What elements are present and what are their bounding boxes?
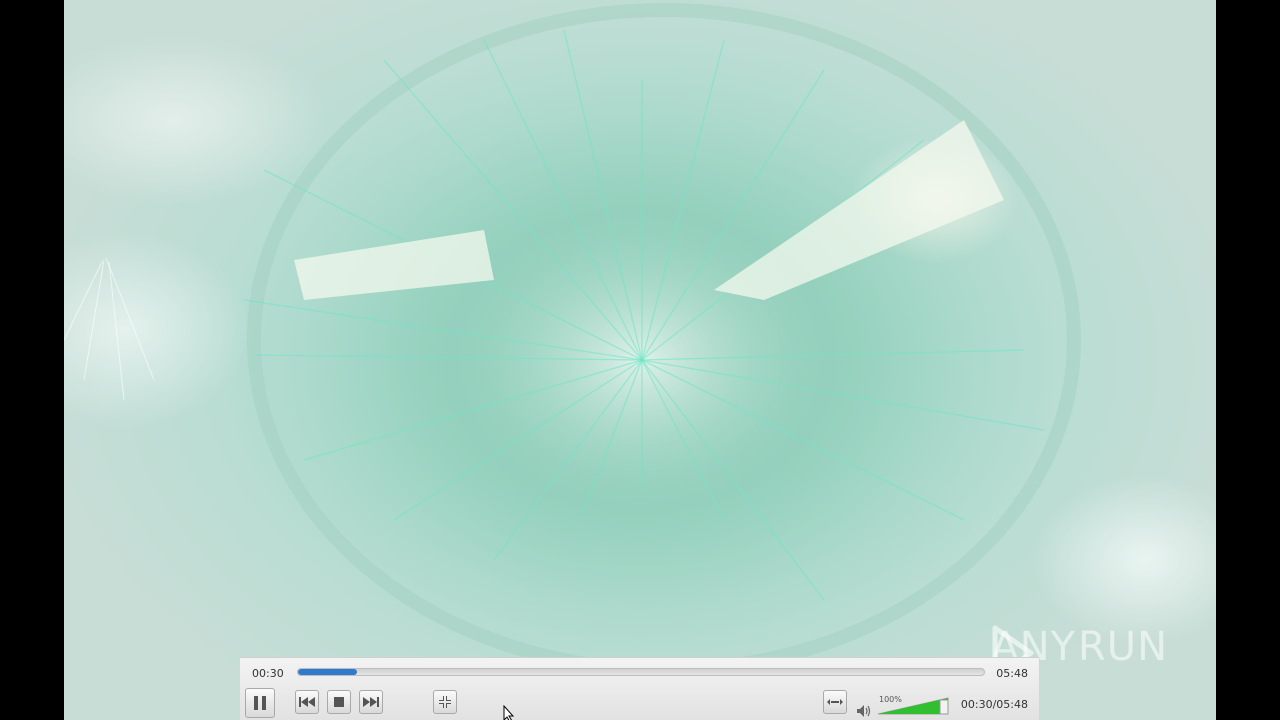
- exit-fullscreen-button[interactable]: [433, 690, 457, 714]
- video-output[interactable]: ANY RUN: [64, 0, 1216, 720]
- video-frame-art: [64, 3, 1081, 690]
- fullscreen-icon: [439, 696, 451, 708]
- pause-icon: [254, 696, 266, 710]
- pause-button[interactable]: [245, 688, 275, 718]
- extended-settings-icon: [827, 699, 843, 705]
- seek-slider[interactable]: [297, 668, 985, 676]
- skip-previous-icon: [299, 697, 315, 707]
- seek-progress: [298, 669, 357, 675]
- stop-icon: [334, 697, 344, 707]
- watermark-text-right: RUN: [1078, 624, 1168, 670]
- elapsed-time: 00:30: [252, 667, 284, 680]
- volume-slider[interactable]: [876, 696, 950, 716]
- previous-button[interactable]: [295, 690, 319, 714]
- player-window: ANY RUN 00:30 05:48 100% 00:30/05:48: [0, 0, 1280, 720]
- extended-settings-button[interactable]: [823, 690, 847, 714]
- fullscreen-controller: 00:30 05:48 100% 00:30/05:48: [240, 657, 1039, 720]
- mouse-cursor-icon: [503, 705, 515, 720]
- next-button[interactable]: [359, 690, 383, 714]
- skip-next-icon: [363, 697, 379, 707]
- total-time: 05:48: [996, 667, 1028, 680]
- stop-button[interactable]: [327, 690, 351, 714]
- speaker-icon[interactable]: [856, 704, 872, 718]
- elapsed-total-time: 00:30/05:48: [960, 698, 1028, 711]
